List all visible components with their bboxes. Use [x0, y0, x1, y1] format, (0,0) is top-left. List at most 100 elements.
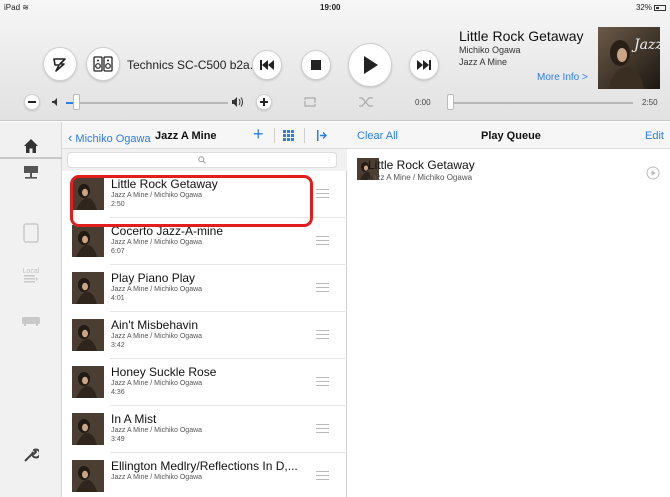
- track-title: Honey Suckle Rose: [111, 365, 217, 379]
- album-art[interactable]: Jazz: [598, 27, 660, 89]
- expand-panel-icon[interactable]: [317, 130, 327, 141]
- track-subtitle: Jazz A Mine / Michiko Ogawa: [111, 333, 203, 340]
- track-row[interactable]: In A Mist Jazz A Mine / Michiko Ogawa 3:49: [62, 406, 347, 453]
- queue-item-title: Little Rock Getaway: [368, 158, 475, 172]
- speaker-low-icon: [52, 98, 57, 106]
- search-input[interactable]: [67, 152, 337, 168]
- volume-slider-track[interactable]: [66, 102, 228, 104]
- track-title: In A Mist: [111, 412, 157, 426]
- track-art: [72, 366, 104, 398]
- track-row[interactable]: Play Piano Play Jazz A Mine / Michiko Oga…: [62, 265, 347, 312]
- previous-button[interactable]: [252, 50, 282, 80]
- more-info-link[interactable]: More Info >: [537, 72, 588, 83]
- remote-icon: [53, 58, 66, 72]
- battery-text: 32%: [635, 3, 652, 12]
- track-row[interactable]: Ain't Misbehavin Jazz A Mine / Michiko Og…: [62, 312, 347, 359]
- shuffle-icon[interactable]: [359, 96, 373, 108]
- remote-button[interactable]: [43, 47, 77, 81]
- add-icon[interactable]: +: [253, 125, 264, 143]
- progress-slider-thumb[interactable]: [447, 94, 454, 110]
- battery-indicator: 32%: [636, 3, 666, 12]
- album-thumbnail-image: [72, 366, 104, 398]
- next-button[interactable]: [409, 50, 439, 80]
- drag-handle-icon[interactable]: [316, 283, 329, 292]
- track-art: [72, 413, 104, 445]
- device-name[interactable]: Technics SC-C500 b2a...: [127, 58, 260, 72]
- track-subtitle: Jazz A Mine / Michiko Ogawa: [111, 380, 203, 387]
- sidebar-item-device[interactable]: [16, 218, 46, 248]
- search-row: [62, 149, 347, 171]
- track-title: Ellington Medlry/Reflections In D,...: [111, 459, 298, 473]
- track-art: [72, 319, 104, 351]
- track-art: [72, 460, 104, 492]
- grid-view-icon[interactable]: [283, 130, 294, 141]
- search-icon: [198, 156, 206, 164]
- track-title: Ain't Misbehavin: [111, 318, 198, 332]
- sidebar-item-input[interactable]: [16, 306, 46, 336]
- volume-up-button[interactable]: [256, 94, 272, 110]
- track-subtitle: Jazz A Mine / Michiko Ogawa: [111, 474, 203, 481]
- speaker-icon: [93, 56, 113, 72]
- server-icon: [24, 166, 38, 179]
- back-button[interactable]: ‹ Michiko Ogawa: [68, 130, 151, 145]
- edit-button[interactable]: Edit: [645, 130, 664, 142]
- minus-icon: [28, 101, 36, 103]
- elapsed-time: 0:00: [415, 98, 431, 107]
- queue-item[interactable]: Little Rock Getaway Jazz A Mine / Michik…: [347, 154, 670, 188]
- svg-text:Jazz: Jazz: [631, 37, 660, 53]
- player-bar: iPad ≋ 19:00 32% Technics SC-C500 b2a...: [0, 0, 670, 121]
- album-art-image: Jazz: [598, 27, 660, 89]
- drag-handle-icon[interactable]: [316, 424, 329, 433]
- sidebar-item-settings[interactable]: [16, 440, 46, 470]
- track-subtitle: Jazz A Mine / Michiko Ogawa: [111, 239, 203, 246]
- plus-icon: [260, 98, 268, 106]
- track-duration: 3:42: [111, 342, 125, 349]
- wifi-icon: ≋: [22, 3, 29, 12]
- drag-handle-icon[interactable]: [316, 471, 329, 480]
- stop-button[interactable]: [301, 50, 331, 80]
- clear-all-button[interactable]: Clear All: [357, 130, 398, 142]
- track-subtitle: Jazz A Mine / Michiko Ogawa: [111, 286, 203, 293]
- drag-handle-icon[interactable]: [316, 189, 329, 198]
- speaker-select-button[interactable]: [86, 47, 120, 81]
- album-thumbnail-image: [72, 319, 104, 351]
- drag-handle-icon[interactable]: [316, 236, 329, 245]
- progress-slider-track[interactable]: [450, 102, 633, 104]
- play-button[interactable]: [348, 43, 392, 87]
- track-row[interactable]: Honey Suckle Rose Jazz A Mine / Michiko O…: [62, 359, 347, 406]
- device-text: iPad: [4, 3, 21, 12]
- volume-slider-thumb[interactable]: [73, 94, 80, 110]
- controls-row: 0:00 2:50: [0, 90, 670, 114]
- sidebar-item-local[interactable]: Local: [16, 260, 46, 290]
- track-art: [72, 272, 104, 304]
- source-sidebar: Local: [0, 122, 62, 497]
- chevron-left-icon: ‹: [68, 130, 73, 145]
- browse-header: ‹ Michiko Ogawa Jazz A Mine +: [62, 122, 347, 149]
- repeat-icon[interactable]: [303, 96, 317, 108]
- selection-highlight: [70, 175, 313, 227]
- now-playing-title: Little Rock Getaway: [459, 28, 584, 44]
- total-time: 2:50: [642, 98, 658, 107]
- album-thumbnail-image: [72, 413, 104, 445]
- album-title: Jazz A Mine: [155, 130, 217, 142]
- track-subtitle: Jazz A Mine / Michiko Ogawa: [111, 427, 203, 434]
- device-label: iPad ≋: [4, 3, 29, 12]
- track-duration: 3:49: [111, 436, 125, 443]
- wrench-icon: [24, 448, 39, 462]
- track-row[interactable]: Ellington Medlry/Reflections In D,... Jaz…: [62, 453, 347, 497]
- battery-icon: [654, 5, 666, 11]
- queue-header: Clear All Play Queue Edit: [347, 122, 670, 149]
- volume-down-button[interactable]: [24, 94, 40, 110]
- home-icon: [24, 139, 38, 153]
- local-label: Local: [22, 267, 40, 275]
- drag-handle-icon[interactable]: [316, 330, 329, 339]
- sidebar-item-server[interactable]: [16, 157, 46, 187]
- tablet-icon: [23, 223, 39, 243]
- track-duration: 4:01: [111, 295, 125, 302]
- header-divider: [304, 128, 305, 143]
- cd-player-icon: [22, 317, 40, 326]
- play-circle-icon[interactable]: [646, 166, 660, 180]
- drag-handle-icon[interactable]: [316, 377, 329, 386]
- album-thumbnail-image: [72, 460, 104, 492]
- track-art: [72, 225, 104, 257]
